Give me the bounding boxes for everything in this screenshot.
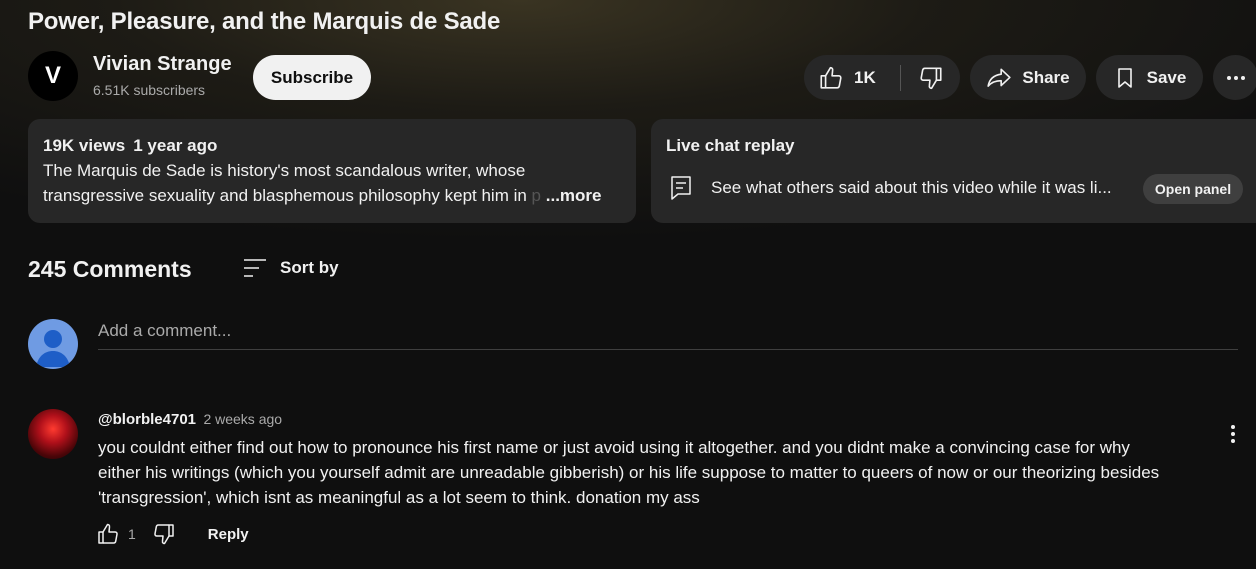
comment-author-avatar[interactable] bbox=[28, 409, 78, 459]
channel-avatar-letter: V bbox=[44, 62, 61, 89]
save-label: Save bbox=[1146, 67, 1187, 87]
more-actions-button[interactable] bbox=[1213, 55, 1256, 100]
chat-icon bbox=[671, 176, 691, 200]
add-comment-input[interactable]: Add a comment... bbox=[98, 321, 1238, 350]
description-line-1: The Marquis de Sade is history's most sc… bbox=[43, 161, 526, 180]
comment-menu-button[interactable] bbox=[1221, 422, 1245, 446]
open-panel-button[interactable]: Open panel bbox=[1143, 174, 1243, 204]
thumb-up-icon bbox=[820, 66, 842, 89]
description-line-2: transgressive sexuality and blasphemous … bbox=[43, 186, 602, 206]
reply-button[interactable]: Reply bbox=[208, 526, 249, 543]
live-chat-header: Live chat replay bbox=[666, 136, 795, 155]
current-user-avatar bbox=[28, 319, 78, 369]
bookmark-icon bbox=[1117, 67, 1132, 88]
comments-count: 245 Comments bbox=[28, 256, 192, 282]
thumb-down-icon bbox=[920, 66, 942, 89]
live-chat-replay-box: Live chat replay See what others said ab… bbox=[651, 119, 1256, 223]
comment-time[interactable]: 2 weeks ago bbox=[203, 411, 282, 427]
video-title: Power, Pleasure, and the Marquis de Sade bbox=[28, 8, 501, 35]
sort-icon bbox=[244, 259, 266, 277]
comment-actions: 1 Reply bbox=[96, 522, 249, 546]
save-button[interactable]: Save bbox=[1096, 55, 1203, 100]
channel-name[interactable]: Vivian Strange bbox=[93, 53, 232, 76]
dislike-button[interactable] bbox=[901, 65, 960, 91]
comment-thumb-up-icon[interactable] bbox=[96, 522, 120, 546]
subscriber-count: 6.51K subscribers bbox=[93, 82, 206, 98]
comment-text-line-1: you couldnt either find out how to prono… bbox=[98, 438, 1130, 457]
upload-age: 1 year ago bbox=[133, 136, 218, 155]
description-line-2-fade: p bbox=[531, 186, 542, 205]
comment-header: @blorble4701 2 weeks ago bbox=[98, 411, 282, 429]
user-placeholder-icon bbox=[36, 330, 70, 367]
channel-avatar[interactable]: V bbox=[28, 51, 78, 101]
sort-by-button[interactable]: Sort by bbox=[242, 256, 339, 280]
like-dislike-group: 1K bbox=[804, 55, 960, 100]
comment-text-line-2: either his writings (which you yourself … bbox=[98, 463, 1160, 482]
sort-by-label: Sort by bbox=[280, 258, 339, 277]
comment-like-count: 1 bbox=[128, 526, 136, 542]
comment-author[interactable]: @blorble4701 bbox=[98, 411, 196, 428]
share-label: Share bbox=[1022, 67, 1070, 87]
subscribe-button[interactable]: Subscribe bbox=[253, 55, 371, 100]
description-more-link[interactable]: ...more bbox=[546, 186, 602, 205]
more-horizontal-icon bbox=[1226, 75, 1245, 80]
comment-thumb-down-icon[interactable] bbox=[152, 522, 176, 546]
like-button[interactable]: 1K bbox=[804, 65, 896, 91]
share-button[interactable]: Share bbox=[970, 55, 1086, 100]
description-box[interactable]: 19K views 1 year ago The Marquis de Sade … bbox=[28, 119, 636, 223]
more-vertical-icon bbox=[1231, 425, 1235, 443]
view-count: 19K views bbox=[43, 136, 126, 155]
comment-text-line-3: 'transgression', which isnt as meaningfu… bbox=[98, 488, 700, 507]
description-line-2-text: transgressive sexuality and blasphemous … bbox=[43, 186, 532, 205]
like-count: 1K bbox=[854, 67, 876, 87]
description-meta: 19K views 1 year ago bbox=[43, 136, 217, 156]
share-icon bbox=[987, 68, 1012, 87]
live-chat-text: See what others said about this video wh… bbox=[711, 178, 1112, 197]
